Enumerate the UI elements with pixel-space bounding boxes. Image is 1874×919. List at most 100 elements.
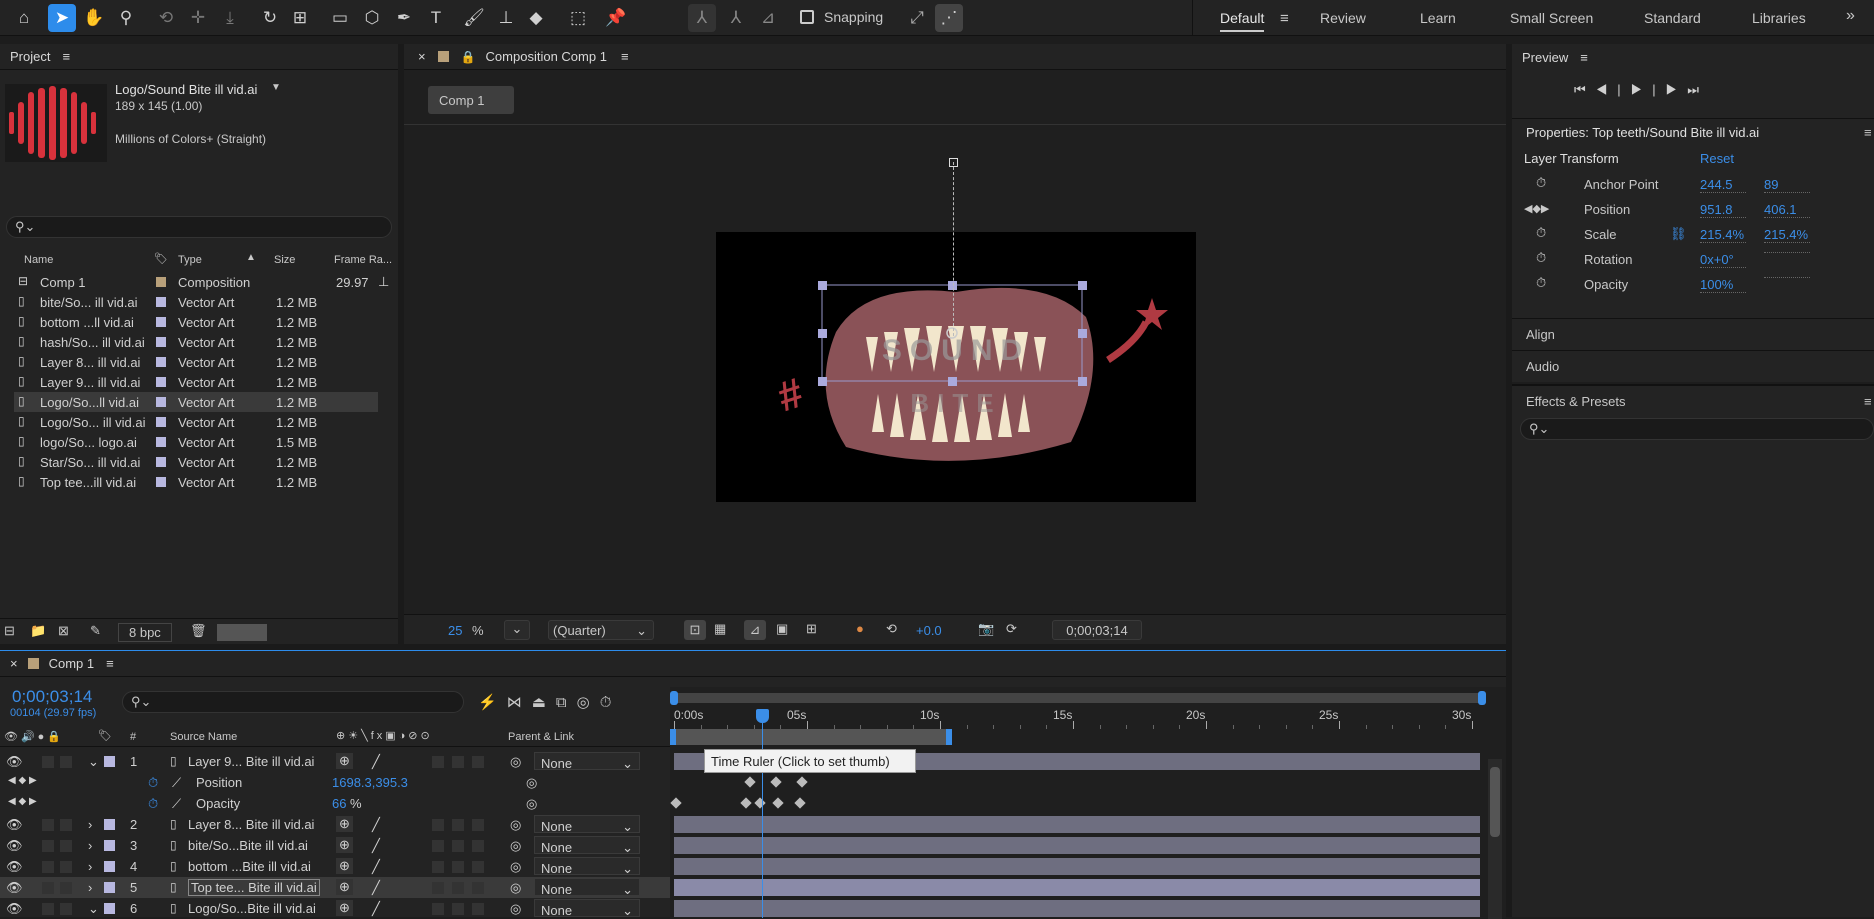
timeline-tab-title[interactable]: Comp 1 bbox=[49, 656, 95, 671]
workspace-learn[interactable]: Learn bbox=[1420, 10, 1456, 26]
layer-label-swatch[interactable] bbox=[104, 756, 115, 767]
switch-box[interactable] bbox=[432, 840, 444, 852]
comp-timecode[interactable]: 0;00;03;14 bbox=[1052, 620, 1142, 640]
prop-value-2[interactable] bbox=[1764, 252, 1810, 253]
label-swatch[interactable] bbox=[156, 337, 166, 347]
workspace-libraries[interactable]: Libraries bbox=[1752, 10, 1806, 26]
snapping-checkbox[interactable] bbox=[800, 10, 814, 24]
timeline-property-row[interactable]: ◀ ◆ ▶ ⏱ ⟋ Position 1698.3,395.3 ◎ bbox=[0, 772, 670, 793]
label-swatch[interactable] bbox=[156, 297, 166, 307]
zoom-tool-icon[interactable]: ⚲ bbox=[112, 4, 140, 32]
timeline-search-input[interactable]: ⚲⌄ bbox=[122, 691, 464, 713]
brush-tool-icon[interactable]: 🖌 bbox=[460, 4, 488, 32]
solo-toggle[interactable] bbox=[42, 882, 54, 894]
label-swatch[interactable] bbox=[156, 457, 166, 467]
keyframe-icon[interactable] bbox=[740, 797, 752, 809]
col-size[interactable]: Size bbox=[274, 254, 295, 266]
flowchart-icon[interactable]: ⊥ bbox=[378, 274, 389, 290]
property-value[interactable]: 1698.3,395.3 bbox=[332, 775, 408, 790]
clone-stamp-icon[interactable]: ⊥ bbox=[492, 4, 520, 32]
grid-guides-icon[interactable]: ⊞ bbox=[806, 621, 817, 637]
resolution-dropdown[interactable]: (Quarter) ⌄ bbox=[548, 620, 654, 640]
label-swatch[interactable] bbox=[156, 277, 166, 287]
continuous-raster-icon[interactable]: ╱ bbox=[372, 901, 380, 917]
lock-icon[interactable]: 🔒 bbox=[461, 50, 476, 64]
layer-name[interactable]: Layer 8... Bite ill vid.ai bbox=[188, 817, 314, 832]
prop-value-1[interactable]: 951.8 bbox=[1700, 202, 1746, 218]
orbit-camera-icon[interactable]: ⟲ bbox=[152, 4, 180, 32]
prev-frame-icon[interactable]: ◀| bbox=[1596, 82, 1631, 97]
interpret-footage-icon[interactable]: ⊟ bbox=[4, 623, 15, 639]
snap-options-icon[interactable]: ⤢ bbox=[903, 4, 931, 32]
layer-name[interactable]: Logo/So...Bite ill vid.ai bbox=[188, 901, 316, 916]
next-frame-icon[interactable]: |▶ bbox=[1652, 82, 1687, 97]
workspace-review[interactable]: Review bbox=[1320, 10, 1366, 26]
first-frame-icon[interactable]: ⏮ bbox=[1574, 82, 1596, 97]
timeline-property-row[interactable]: ◀ ◆ ▶ ⏱ ⟋ Opacity 66% ◎ bbox=[0, 793, 670, 814]
prop-value-1[interactable]: 244.5 bbox=[1700, 177, 1746, 193]
thumbnail-transparency-swatch[interactable] bbox=[217, 624, 267, 641]
project-item[interactable]: ▯ logo/So... logo.ai Vector Art 1.5 MB bbox=[14, 432, 378, 452]
lock-toggle[interactable] bbox=[60, 903, 72, 915]
solo-toggle[interactable] bbox=[42, 861, 54, 873]
roto-brush-icon[interactable]: ⬚ bbox=[564, 4, 592, 32]
layer-label-swatch[interactable] bbox=[104, 819, 115, 830]
selection-tool-icon[interactable]: ➤ bbox=[48, 4, 76, 32]
lock-toggle[interactable] bbox=[60, 882, 72, 894]
stopwatch-icon[interactable]: ⏱ bbox=[1536, 275, 1546, 291]
project-item[interactable]: ▯ Layer 9... ill vid.ai Vector Art 1.2 MB bbox=[14, 372, 378, 392]
fast-preview-icon[interactable]: ⊡ bbox=[684, 620, 706, 640]
continuous-raster-icon[interactable]: ╱ bbox=[372, 859, 380, 875]
lock-toggle[interactable] bbox=[60, 840, 72, 852]
solo-toggle[interactable] bbox=[42, 756, 54, 768]
layer-name[interactable]: bottom ...Bite ill vid.ai bbox=[188, 859, 311, 874]
channels-icon[interactable]: ● bbox=[856, 621, 864, 636]
pick-whip-icon[interactable]: ◎ bbox=[510, 754, 521, 770]
switch-box[interactable] bbox=[432, 903, 444, 915]
workspace-standard[interactable]: Standard bbox=[1644, 10, 1701, 26]
switch-box[interactable] bbox=[472, 756, 484, 768]
keyframe-icon[interactable] bbox=[794, 797, 806, 809]
keyframe-nav-icon[interactable]: ◀◆▶ bbox=[1524, 202, 1549, 215]
solo-toggle[interactable] bbox=[42, 903, 54, 915]
layer-label-swatch[interactable] bbox=[104, 840, 115, 851]
shy-icon[interactable]: ⏏ bbox=[532, 694, 556, 711]
timeline-layer-row[interactable]: 👁 › 5 ▯ Top tee... Bite ill vid.ai ⊕ ╱ ◎ None ⌄ bbox=[0, 877, 670, 898]
timeline-menu-icon[interactable]: ≡ bbox=[106, 656, 114, 671]
timeline-scrollbar[interactable] bbox=[1488, 759, 1502, 919]
draft-3d-icon[interactable]: ⚡ bbox=[478, 694, 507, 711]
switch-box[interactable] bbox=[452, 840, 464, 852]
last-frame-icon[interactable]: ⏭ bbox=[1687, 82, 1709, 97]
stopwatch-icon[interactable]: ⏱ bbox=[1536, 225, 1546, 241]
chevron-right-icon[interactable]: › bbox=[88, 838, 92, 853]
eye-icon[interactable]: 👁 bbox=[6, 817, 23, 833]
effects-label[interactable]: Effects & Presets bbox=[1526, 394, 1625, 409]
zoom-value[interactable]: 25 bbox=[448, 623, 462, 638]
graph-icon[interactable]: ⟋ bbox=[172, 775, 181, 791]
pan-behind-icon[interactable]: ⊞ bbox=[286, 4, 314, 32]
pick-whip-icon[interactable]: ◎ bbox=[510, 817, 521, 833]
project-item[interactable]: ▯ Logo/So...ll vid.ai Vector Art 1.2 MB bbox=[14, 392, 378, 412]
type-tool-icon[interactable]: T bbox=[422, 4, 450, 32]
zoom-dropdown-icon[interactable]: ⌄ bbox=[504, 620, 530, 640]
keyframe-nav-icon[interactable]: ◀ ◆ ▶ bbox=[8, 775, 37, 786]
preview-tab[interactable]: Preview bbox=[1522, 50, 1568, 65]
audio-panel[interactable]: Audio bbox=[1512, 350, 1874, 382]
puppet-pin-icon[interactable]: 📌 bbox=[602, 4, 630, 32]
show-snapshot-icon[interactable]: ⟳ bbox=[1006, 621, 1017, 637]
switch-box[interactable] bbox=[432, 861, 444, 873]
stopwatch-icon[interactable]: ⏱ bbox=[1536, 175, 1546, 191]
project-tab[interactable]: Project bbox=[10, 49, 50, 64]
stopwatch-icon[interactable]: ⏱ bbox=[1536, 250, 1546, 266]
pick-whip-icon[interactable]: ◎ bbox=[510, 901, 521, 917]
layer-duration-bar[interactable] bbox=[674, 816, 1480, 833]
lock-toggle[interactable] bbox=[60, 861, 72, 873]
close-timeline-icon[interactable]: × bbox=[10, 656, 18, 671]
project-search-input[interactable]: ⚲⌄ bbox=[6, 216, 392, 238]
pan-camera-icon[interactable]: ✛ bbox=[184, 4, 212, 32]
layer-name[interactable]: Layer 9... Bite ill vid.ai bbox=[188, 754, 314, 769]
pick-whip-icon[interactable]: ◎ bbox=[510, 859, 521, 875]
switch-box[interactable] bbox=[472, 840, 484, 852]
switch-box[interactable] bbox=[432, 882, 444, 894]
layer-name[interactable]: Top tee... Bite ill vid.ai bbox=[188, 879, 320, 896]
